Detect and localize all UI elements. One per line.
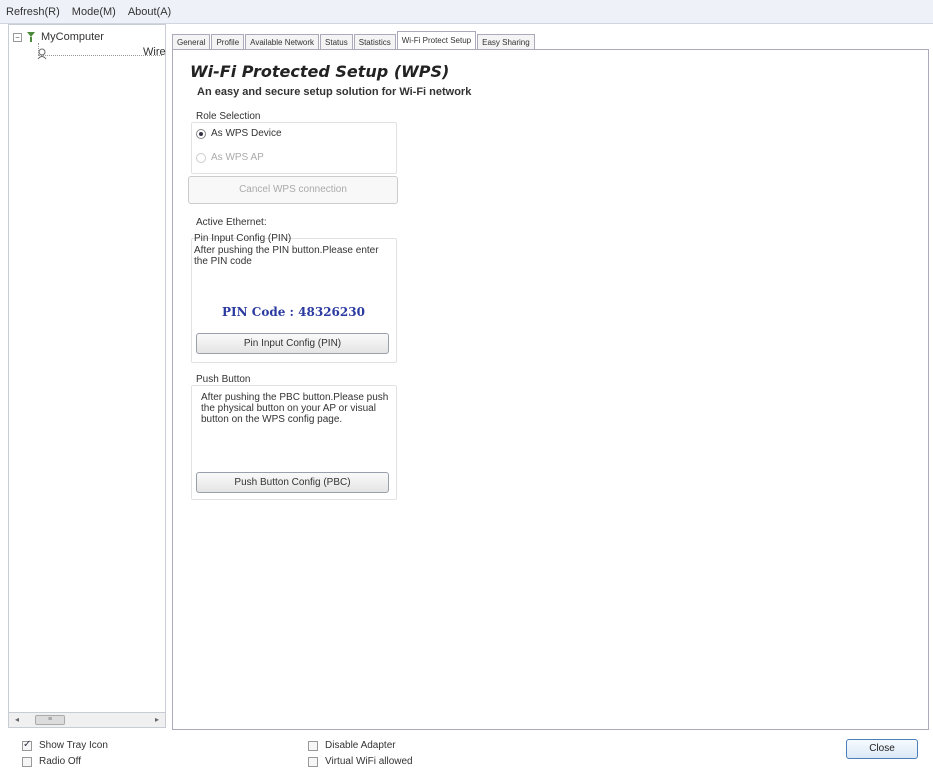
- radio-off-option[interactable]: Radio Off: [22, 756, 81, 767]
- tab-wifi-protect-setup[interactable]: Wi-Fi Protect Setup: [396, 31, 477, 50]
- menu-mode[interactable]: Mode(M): [72, 6, 116, 18]
- role-selection-label: Role Selection: [196, 111, 261, 122]
- role-wps-ap-label: As WPS AP: [211, 152, 264, 163]
- tree-item-mycomputer[interactable]: − MyComputer: [13, 31, 104, 43]
- device-tree: − MyComputer Wire: [8, 24, 166, 716]
- cancel-wps-button: Cancel WPS connection: [188, 176, 398, 204]
- virtual-wifi-checkbox[interactable]: [308, 756, 318, 767]
- push-button-group-label: Push Button: [196, 374, 251, 385]
- show-tray-icon-option[interactable]: Show Tray Icon: [22, 739, 108, 751]
- role-wps-device-label: As WPS Device: [211, 128, 282, 139]
- show-tray-icon-checkbox[interactable]: [22, 739, 32, 751]
- tab-status[interactable]: Status: [320, 34, 353, 50]
- bottom-bar: [0, 732, 933, 772]
- tab-general[interactable]: General: [172, 34, 211, 50]
- disable-adapter-option[interactable]: Disable Adapter: [308, 740, 396, 751]
- scroll-right-icon[interactable]: ▸: [149, 713, 165, 727]
- menu-about[interactable]: About(A): [128, 6, 171, 18]
- tab-available-network[interactable]: Available Network: [245, 34, 320, 50]
- tab-statistics[interactable]: Statistics: [353, 34, 396, 50]
- role-wps-ap-option: As WPS AP: [196, 152, 264, 163]
- scroll-thumb[interactable]: ≡: [35, 715, 65, 725]
- tab-profile[interactable]: Profile: [211, 34, 245, 50]
- radio-off-checkbox[interactable]: [22, 756, 32, 767]
- show-tray-icon-label: Show Tray Icon: [39, 740, 108, 751]
- pin-instructions: After pushing the PIN button.Please ente…: [194, 245, 379, 267]
- pin-code-text: PIN Code : 48326230: [222, 305, 365, 319]
- radio-off-label: Radio Off: [39, 756, 82, 767]
- disable-adapter-checkbox[interactable]: [308, 740, 318, 751]
- tree-item-label: MyComputer: [41, 31, 104, 43]
- tab-easy-sharing[interactable]: Easy Sharing: [477, 34, 535, 50]
- tree-item-label: Wire: [143, 46, 166, 58]
- menu-bar: Refresh(R) Mode(M) About(A): [0, 0, 933, 24]
- radio-wps-device[interactable]: [196, 128, 206, 139]
- wireless-adapter-icon: [35, 47, 49, 61]
- scroll-left-icon[interactable]: ◂: [9, 713, 25, 727]
- role-wps-device-option[interactable]: As WPS Device: [196, 128, 282, 139]
- tree-horizontal-scrollbar[interactable]: ◂ ≡ ▸: [8, 712, 166, 728]
- tree-collapse-icon[interactable]: −: [13, 32, 22, 42]
- close-button[interactable]: Close: [846, 739, 918, 759]
- virtual-wifi-option[interactable]: Virtual WiFi allowed: [308, 756, 413, 767]
- radio-wps-ap: [196, 152, 206, 163]
- computer-icon: [25, 31, 37, 43]
- tree-item-adapter[interactable]: [35, 47, 49, 61]
- page-title: Wi-Fi Protected Setup (WPS): [190, 62, 450, 81]
- pin-input-config-button[interactable]: Pin Input Config (PIN): [196, 333, 389, 354]
- tab-strip: General Profile Available Network Status…: [172, 30, 536, 50]
- push-button-config-button[interactable]: Push Button Config (PBC): [196, 472, 389, 493]
- menu-refresh[interactable]: Refresh(R): [6, 6, 60, 18]
- active-ethernet-label: Active Ethernet:: [196, 217, 267, 228]
- pin-group-label: Pin Input Config (PIN): [194, 233, 292, 244]
- tree-item-wireless-label[interactable]: Wire: [143, 46, 166, 58]
- page-subtitle: An easy and secure setup solution for Wi…: [197, 86, 472, 98]
- virtual-wifi-label: Virtual WiFi allowed: [325, 756, 413, 767]
- push-instructions: After pushing the PBC button.Please push…: [201, 392, 389, 425]
- disable-adapter-label: Disable Adapter: [325, 740, 396, 751]
